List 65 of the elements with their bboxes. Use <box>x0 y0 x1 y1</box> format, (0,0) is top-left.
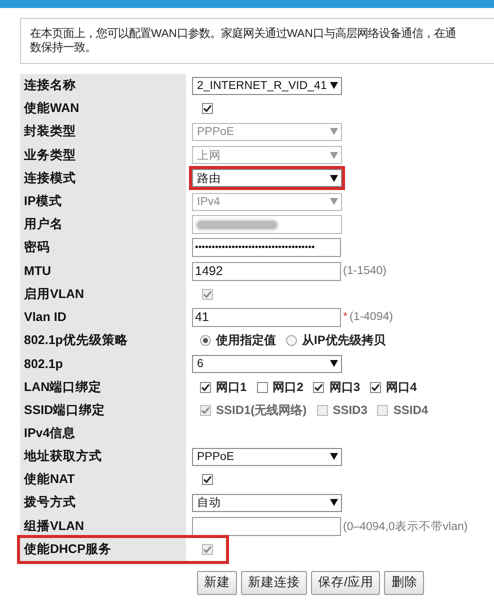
range-hint: (1-1540) <box>343 265 386 278</box>
checkbox[interactable] <box>202 474 213 486</box>
radio-label: 使用指定值 <box>216 332 276 350</box>
label-cell: 启用VLAN <box>20 282 186 306</box>
label-cell: 用户名 <box>20 213 186 236</box>
action-button[interactable]: 新建连接 <box>241 570 307 595</box>
description-text: 数保持一致。 <box>30 41 97 55</box>
label-cell: 连接名称 <box>20 74 186 98</box>
label-cell: 802.1p优先级策略 <box>20 329 186 352</box>
input-field[interactable]: 41 <box>192 308 341 327</box>
checkbox-label: SSID4 <box>393 403 428 418</box>
caret-icon <box>330 82 338 90</box>
dropdown[interactable]: 6 <box>192 354 342 373</box>
label-cell: 使能DHCP服务 <box>20 538 186 561</box>
checkbox[interactable] <box>200 382 211 393</box>
caret-icon <box>330 453 338 460</box>
label-cell: 802.1p <box>20 352 186 376</box>
dropdown[interactable]: PPPoE <box>192 448 342 466</box>
checkbox[interactable] <box>256 382 268 393</box>
dropdown[interactable]: 自动 <box>192 494 342 512</box>
checkbox-label: SSID1(无线网络) <box>216 402 307 419</box>
dropdown[interactable]: 2_INTERNET_R_VID_41 <box>192 76 342 95</box>
caret-icon <box>330 128 338 136</box>
label-cell: 连接模式 <box>20 166 186 190</box>
input-field[interactable]: 1492 <box>192 262 341 281</box>
label-cell: IP模式 <box>20 190 186 214</box>
password-field[interactable]: •••••••••••••••••••••••••••••••••••• <box>192 238 341 258</box>
caret-icon <box>330 174 338 182</box>
action-button[interactable]: 保存/应用 <box>311 570 380 595</box>
checkbox-label: 网口2 <box>272 378 304 396</box>
input-field[interactable] <box>192 215 342 234</box>
checkbox[interactable] <box>370 382 382 393</box>
label-cell: 业务类型 <box>20 144 186 167</box>
label-cell: MTU <box>20 260 186 283</box>
caret-icon <box>330 198 338 206</box>
checkbox-label: 网口4 <box>386 378 417 396</box>
caret-icon <box>330 152 338 159</box>
checkbox[interactable] <box>202 103 213 114</box>
caret-icon <box>330 360 338 368</box>
description-text: 在本页面上，您可以配置WAN口参数。家庭网关通过WAN口与高层网络设备通信，在通 <box>30 27 457 41</box>
label-cell: 使能WAN <box>20 97 186 120</box>
action-button[interactable]: 新建 <box>197 570 237 595</box>
label-cell: 拨号方式 <box>20 491 186 515</box>
caret-icon <box>330 499 338 506</box>
required-mark: * <box>343 311 348 324</box>
label-cell: 使能NAT <box>20 468 186 492</box>
label-cell: SSID端口绑定 <box>20 398 186 422</box>
dropdown[interactable]: 路由 <box>192 169 342 188</box>
label-cell: IPv4信息 <box>20 422 186 445</box>
input-field[interactable] <box>192 516 341 536</box>
checkbox-label: 网口3 <box>329 378 360 396</box>
checkbox-label: 网口1 <box>216 378 247 396</box>
radio-button[interactable] <box>200 335 211 346</box>
action-button[interactable]: 删除 <box>384 570 424 595</box>
label-cell: 封装类型 <box>20 120 186 144</box>
radio-button[interactable] <box>286 335 297 346</box>
radio-label: 从IP优先级拷贝 <box>302 332 386 350</box>
label-cell: Vlan ID <box>20 306 186 330</box>
range-hint: (0–4094,0表示不带vlan) <box>343 520 468 534</box>
label-cell: LAN端口绑定 <box>20 375 186 399</box>
label-cell: 地址获取方式 <box>20 445 186 468</box>
label-cell: 密码 <box>20 236 186 260</box>
range-hint: (1-4094) <box>349 311 393 324</box>
checkbox[interactable] <box>313 382 324 393</box>
checkbox-label: SSID3 <box>332 403 368 418</box>
